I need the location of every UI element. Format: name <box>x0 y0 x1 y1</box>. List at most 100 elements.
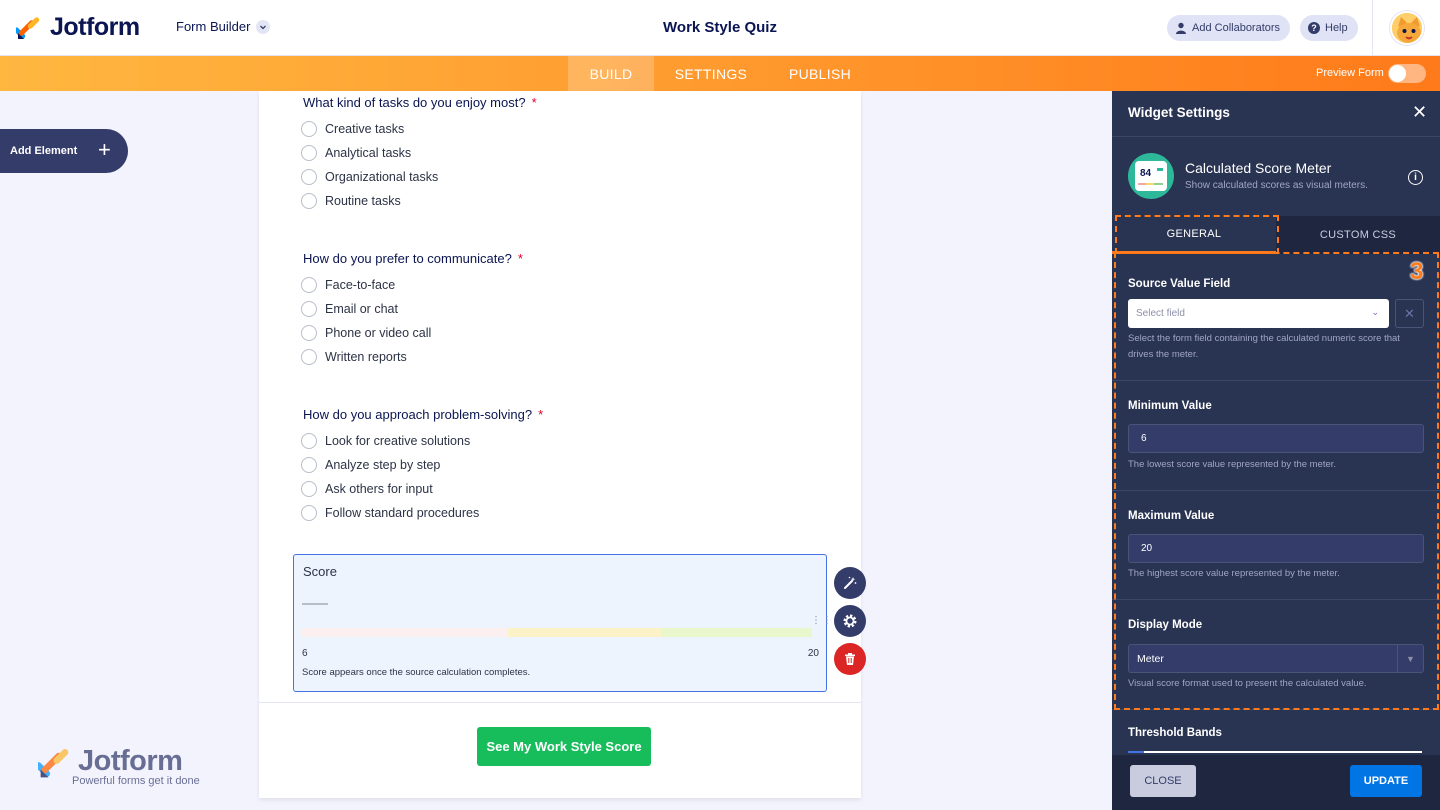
preview-form-toggle[interactable] <box>1388 64 1426 83</box>
close-icon: ✕ <box>1404 305 1415 321</box>
settings-button[interactable] <box>834 605 866 637</box>
option-label: Follow standard procedures <box>325 506 480 520</box>
maximum-value-label: Maximum Value <box>1128 510 1215 522</box>
watermark-tagline: Powerful forms get it done <box>72 775 200 787</box>
option-label: Analyze step by step <box>325 458 441 472</box>
form-builder-label: Form Builder <box>176 19 251 34</box>
radio-button[interactable] <box>301 325 317 341</box>
tab-build[interactable]: BUILD <box>568 56 654 91</box>
minimum-value-help: The lowest score value represented by th… <box>1128 459 1337 470</box>
radio-button[interactable] <box>301 505 317 521</box>
radio-option[interactable]: Analyze step by step <box>301 457 440 473</box>
minimum-value-input[interactable]: 6 <box>1128 424 1424 453</box>
meter-band-low <box>302 628 508 637</box>
submit-label: See My Work Style Score <box>486 739 642 754</box>
radio-option[interactable]: Organizational tasks <box>301 169 438 185</box>
add-element-label: Add Element <box>10 145 78 157</box>
radio-button[interactable] <box>301 145 317 161</box>
question-problem-solving-label[interactable]: How do you approach problem-solving? * <box>303 407 543 422</box>
score-title: Score <box>303 564 337 579</box>
wand-button[interactable] <box>834 567 866 599</box>
delete-button[interactable] <box>834 643 866 675</box>
option-label: Written reports <box>325 350 407 364</box>
radio-option[interactable]: Phone or video call <box>301 325 431 341</box>
question-text: How do you prefer to communicate? <box>303 251 512 266</box>
panel-footer: CLOSE UPDATE <box>1112 755 1440 810</box>
question-text: What kind of tasks do you enjoy most? <box>303 95 526 110</box>
tab-general-label: GENERAL <box>1166 227 1222 240</box>
panel-tabs: GENERAL CUSTOM CSS <box>1112 216 1440 254</box>
display-mode-select[interactable]: Meter ▼ <box>1128 644 1424 673</box>
question-communicate-label[interactable]: How do you prefer to communicate? * <box>303 251 523 266</box>
close-button-label: CLOSE <box>1144 775 1182 787</box>
widget-settings-panel: Widget Settings ✕ 84 Calculated Score Me… <box>1112 91 1440 810</box>
threshold-bands-label: Threshold Bands <box>1128 727 1222 739</box>
magic-wand-icon <box>844 576 857 589</box>
radio-button[interactable] <box>301 193 317 209</box>
update-button-label: UPDATE <box>1363 775 1409 787</box>
update-button[interactable]: UPDATE <box>1350 765 1422 797</box>
threshold-bands-editor[interactable] <box>1128 751 1422 753</box>
panel-title: Widget Settings <box>1128 105 1230 120</box>
gear-icon <box>843 614 857 628</box>
submit-button[interactable]: See My Work Style Score <box>477 727 651 766</box>
help-button[interactable]: ? Help <box>1300 15 1358 41</box>
option-label: Phone or video call <box>325 326 432 340</box>
radio-option[interactable]: Look for creative solutions <box>301 433 470 449</box>
form-divider <box>259 702 861 703</box>
add-collaborators-button[interactable]: Add Collaborators <box>1167 15 1291 41</box>
tab-build-label: BUILD <box>589 65 633 82</box>
radio-option[interactable]: Routine tasks <box>301 193 401 209</box>
radio-option[interactable]: Email or chat <box>301 301 398 317</box>
radio-button[interactable] <box>301 481 317 497</box>
tab-settings-label: SETTINGS <box>674 65 748 82</box>
add-element-button[interactable]: Add Element + <box>0 129 128 173</box>
radio-option[interactable]: Analytical tasks <box>301 145 411 161</box>
maximum-value-input[interactable]: 20 <box>1128 534 1424 563</box>
tab-publish[interactable]: PUBLISH <box>776 56 864 91</box>
source-field-select[interactable]: Select field ⌄ <box>1128 299 1389 328</box>
trash-icon <box>845 653 855 665</box>
radio-button[interactable] <box>301 349 317 365</box>
close-icon[interactable]: ✕ <box>1412 103 1427 121</box>
radio-option[interactable]: Face-to-face <box>301 277 395 293</box>
add-collaborators-label: Add Collaborators <box>1192 22 1281 34</box>
radio-option[interactable]: Creative tasks <box>301 121 404 137</box>
jotform-logo-icon <box>16 16 40 39</box>
option-label: Organizational tasks <box>325 170 439 184</box>
tab-general[interactable]: GENERAL <box>1112 216 1276 254</box>
meter-max-label: 20 <box>807 648 819 659</box>
clear-field-button[interactable]: ✕ <box>1395 299 1424 328</box>
minimum-value-label: Minimum Value <box>1128 400 1212 412</box>
top-header: Jotform Form Builder Work Style Quiz Add… <box>0 0 1440 56</box>
radio-button[interactable] <box>301 301 317 317</box>
score-widget[interactable]: Score ⋮⋮ 6 20 Score appears once the sou… <box>293 554 832 692</box>
tab-custom-css[interactable]: CUSTOM CSS <box>1276 216 1440 254</box>
preview-form-label: Preview Form <box>1316 67 1384 79</box>
radio-button[interactable] <box>301 121 317 137</box>
maximum-value-help: The highest score value represented by t… <box>1128 568 1340 579</box>
drag-handle-icon[interactable]: ⋮⋮ <box>811 616 832 631</box>
form-builder-menu[interactable]: Form Builder <box>176 19 271 34</box>
close-button[interactable]: CLOSE <box>1130 765 1196 797</box>
watermark-brand: Jotform <box>78 745 183 777</box>
radio-option[interactable]: Ask others for input <box>301 481 433 497</box>
score-note: Score appears once the source calculatio… <box>302 667 531 678</box>
avatar[interactable] <box>1390 11 1424 45</box>
radio-button[interactable] <box>301 169 317 185</box>
user-icon <box>1176 22 1186 34</box>
form-title[interactable]: Work Style Quiz <box>663 19 777 36</box>
tab-settings[interactable]: SETTINGS <box>662 56 760 91</box>
radio-button[interactable] <box>301 433 317 449</box>
chevron-down-icon: ⌄ <box>1371 307 1379 317</box>
radio-option[interactable]: Follow standard procedures <box>301 505 479 521</box>
question-tasks-label[interactable]: What kind of tasks do you enjoy most? * <box>303 95 537 110</box>
jotform-logo[interactable]: Jotform <box>16 13 140 42</box>
radio-button[interactable] <box>301 457 317 473</box>
minimum-value-text: 6 <box>1141 433 1147 444</box>
jotform-watermark-icon <box>38 749 69 778</box>
radio-option[interactable]: Written reports <box>301 349 407 365</box>
info-icon[interactable]: i <box>1408 170 1423 185</box>
cat-avatar-icon <box>1392 13 1422 43</box>
radio-button[interactable] <box>301 277 317 293</box>
